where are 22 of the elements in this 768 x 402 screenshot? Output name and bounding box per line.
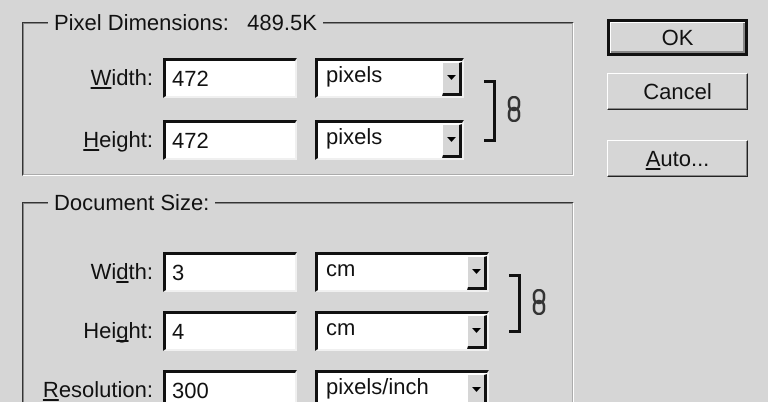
unit-dropdown[interactable]: cm	[315, 252, 489, 292]
unit-dropdown[interactable]: pixels	[315, 120, 464, 160]
dialog-button[interactable]: OK	[607, 19, 748, 56]
input-field[interactable]: 472	[163, 58, 297, 98]
input-field[interactable]: 4	[163, 311, 297, 351]
group-title: Document Size:	[53, 190, 210, 216]
unit-dropdown[interactable]: pixels	[315, 58, 464, 98]
input-field[interactable]: 3	[163, 252, 297, 292]
field-label: Height:	[82, 318, 153, 344]
dialog-button[interactable]: Cancel	[607, 73, 748, 110]
unit-dropdown[interactable]: cm	[315, 311, 489, 351]
chain-link-icon	[506, 96, 522, 122]
dialog-button[interactable]: Auto...	[607, 140, 748, 177]
group-title: Pixel Dimensions: 489.5K	[53, 10, 318, 36]
input-field[interactable]: 300	[163, 370, 297, 402]
field-label: Width:	[90, 65, 153, 91]
field-label: Height:	[82, 127, 153, 153]
unit-dropdown[interactable]: pixels/inch	[315, 370, 489, 402]
input-field[interactable]: 472	[163, 120, 297, 160]
chain-link-icon	[531, 288, 547, 314]
field-label: Resolution:	[42, 377, 153, 402]
field-label: Width:	[90, 259, 153, 285]
